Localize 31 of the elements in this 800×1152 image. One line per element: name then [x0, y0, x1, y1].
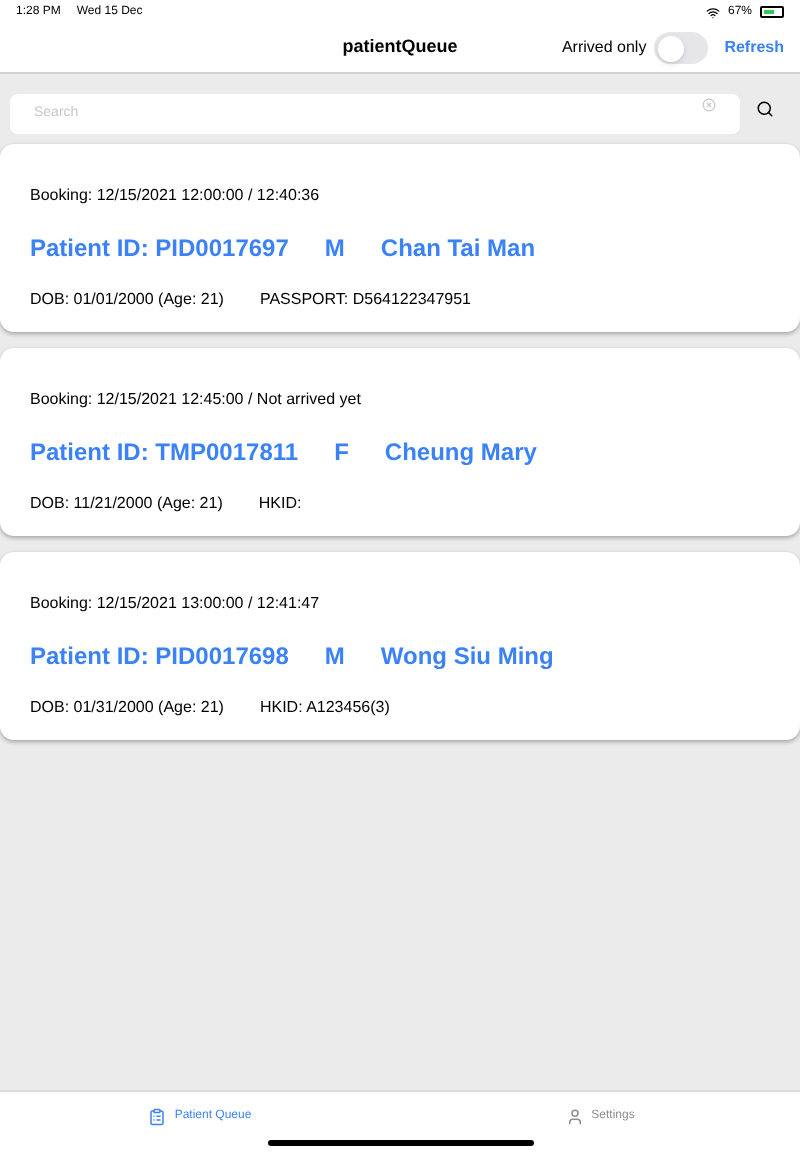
patient-id: Patient ID: PID0017697: [30, 231, 289, 265]
id-document: HKID: A123456(3): [259, 695, 390, 719]
refresh-button[interactable]: Refresh: [724, 36, 784, 60]
id-document: PASSPORT: D564122347951: [259, 287, 472, 311]
booking-time: Booking: 12/15/2021 12:00:00 / 12:40:36: [30, 183, 322, 207]
patient-sex: M: [324, 231, 345, 265]
clear-icon[interactable]: [702, 97, 716, 111]
clipboard-icon: [148, 1107, 167, 1125]
patient-sex: F: [334, 435, 349, 469]
wifi-icon: [705, 5, 720, 19]
date-of-birth: DOB: 01/01/2000 (Age: 21): [30, 287, 224, 311]
patient-id: Patient ID: TMP0017811: [30, 435, 299, 469]
battery-icon: [760, 6, 784, 18]
date-of-birth: DOB: 01/31/2000 (Age: 21): [30, 695, 224, 719]
patient-sex: M: [324, 639, 345, 673]
person-icon: [565, 1107, 584, 1125]
patient-card[interactable]: Booking: 12/15/2021 13:00:00 / 12:41:47 Patient ID: PID0017698 M Wong Siu Ming DOB: 01/31/2000 (Age: 21) HKID: A123456(3): [0, 551, 800, 739]
patient-card[interactable]: Booking: 12/15/2021 12:45:00 / Not arrived yet Patient ID: TMP0017811 F Cheung Mary DOB: 11/21/2000 (Age: 21) HKID:: [0, 347, 800, 535]
filter-label: Arrived only: [561, 36, 647, 60]
patient-card[interactable]: Booking: 12/15/2021 12:00:00 / 12:40:36 Patient ID: PID0017697 M Chan Tai Man DOB: 01/01/2000 (Age: 21) PASSPORT: D564122347951: [0, 143, 800, 331]
booking-time: Booking: 12/15/2021 13:00:00 / 12:41:47: [30, 591, 322, 615]
booking-time: Booking: 12/15/2021 12:45:00 / Not arrived yet: [30, 387, 363, 411]
arrived-only-switch[interactable]: [654, 32, 709, 64]
patient-name: Chan Tai Man: [380, 231, 536, 265]
window-title: patientQueue: [342, 34, 458, 61]
patient-name: Cheung Mary: [384, 435, 537, 469]
patient-name: Wong Siu Ming: [380, 639, 554, 673]
id-document: HKID:: [258, 491, 302, 515]
date-of-birth: DOB: 11/21/2000 (Age: 21): [30, 491, 223, 515]
search-icon[interactable]: [756, 99, 774, 118]
patient-id: Patient ID: PID0017698: [30, 639, 289, 673]
